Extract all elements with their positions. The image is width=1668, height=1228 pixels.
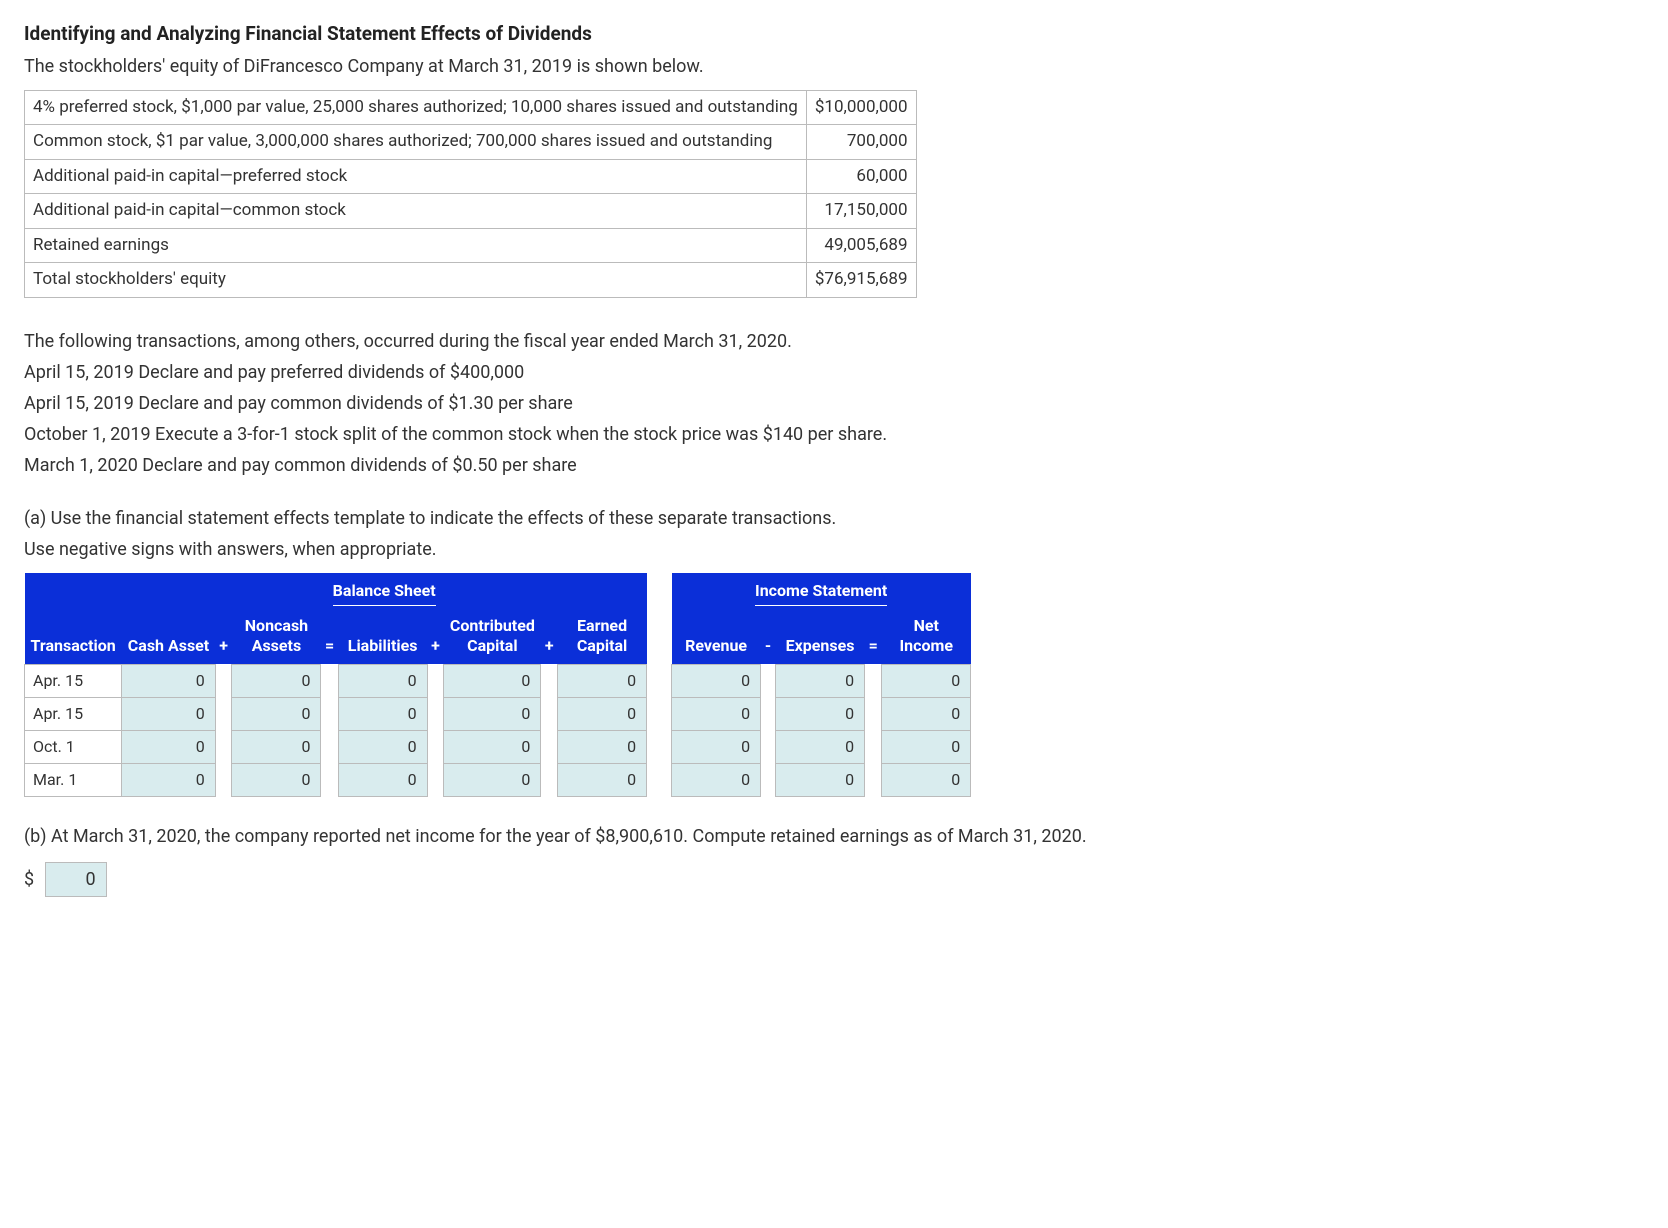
retained-earnings-input[interactable]: 0	[45, 862, 107, 897]
part-a-text-1: (a) Use the financial statement effects …	[24, 505, 1644, 532]
intro-text: The stockholders' equity of DiFrancesco …	[24, 53, 1644, 80]
transactions-intro: The following transactions, among others…	[24, 328, 1644, 355]
equity-table: 4% preferred stock, $1,000 par value, 25…	[24, 90, 917, 298]
revenue-input[interactable]: 0	[672, 664, 761, 697]
cash-input[interactable]: 0	[122, 664, 215, 697]
earned-input[interactable]: 0	[558, 730, 647, 763]
earned-input[interactable]: 0	[558, 697, 647, 730]
earned-input[interactable]: 0	[558, 763, 647, 796]
liab-input[interactable]: 0	[338, 697, 427, 730]
part-b-text: (b) At March 31, 2020, the company repor…	[24, 823, 1644, 850]
table-row: 4% preferred stock, $1,000 par value, 25…	[25, 90, 917, 125]
noncash-input[interactable]: 0	[232, 664, 321, 697]
expenses-input[interactable]: 0	[776, 730, 865, 763]
equity-label: Common stock, $1 par value, 3,000,000 sh…	[25, 125, 807, 160]
net-income-input[interactable]: 0	[882, 697, 971, 730]
table-row: 0 0 0	[672, 763, 971, 796]
transaction-line: March 1, 2020 Declare and pay common div…	[24, 452, 1644, 479]
col-revenue: Revenue	[672, 612, 761, 665]
dollar-sign: $	[24, 869, 34, 890]
page-title: Identifying and Analyzing Financial Stat…	[24, 20, 1644, 49]
table-row: Apr. 15 0 0 0 0 0	[25, 664, 647, 697]
table-row: Additional paid-in capital—common stock …	[25, 194, 917, 229]
row-label: Apr. 15	[25, 697, 122, 730]
transaction-line: April 15, 2019 Declare and pay common di…	[24, 390, 1644, 417]
net-income-input[interactable]: 0	[882, 763, 971, 796]
expenses-input[interactable]: 0	[776, 697, 865, 730]
income-statement-heading: Income Statement	[755, 579, 887, 606]
contrib-input[interactable]: 0	[444, 730, 541, 763]
table-row: Apr. 15 0 0 0 0 0	[25, 697, 647, 730]
col-expenses: Expenses	[776, 612, 865, 665]
table-row: Retained earnings 49,005,689	[25, 228, 917, 263]
expenses-input[interactable]: 0	[776, 664, 865, 697]
transaction-line: October 1, 2019 Execute a 3-for-1 stock …	[24, 421, 1644, 448]
op-equals: =	[321, 612, 338, 665]
equity-value: 60,000	[806, 159, 916, 194]
table-row: Common stock, $1 par value, 3,000,000 sh…	[25, 125, 917, 160]
part-a-text-2: Use negative signs with answers, when ap…	[24, 536, 1644, 563]
net-income-input[interactable]: 0	[882, 664, 971, 697]
row-label: Apr. 15	[25, 664, 122, 697]
table-row: Total stockholders' equity $76,915,689	[25, 263, 917, 298]
op-plus: +	[427, 612, 444, 665]
balance-sheet-heading: Balance Sheet	[333, 579, 436, 606]
balance-sheet-table: Balance Sheet Transaction Cash Asset + N…	[24, 573, 647, 797]
revenue-input[interactable]: 0	[672, 697, 761, 730]
equity-label: Retained earnings	[25, 228, 807, 263]
revenue-input[interactable]: 0	[672, 730, 761, 763]
noncash-input[interactable]: 0	[232, 697, 321, 730]
op-plus: +	[541, 612, 558, 665]
equity-value: $10,000,000	[806, 90, 916, 125]
col-transaction: Transaction	[25, 612, 122, 665]
equity-value: 17,150,000	[806, 194, 916, 229]
op-minus: -	[761, 612, 776, 665]
expenses-input[interactable]: 0	[776, 763, 865, 796]
contrib-input[interactable]: 0	[444, 697, 541, 730]
col-cash-asset: Cash Asset	[122, 612, 215, 665]
earned-input[interactable]: 0	[558, 664, 647, 697]
cash-input[interactable]: 0	[122, 730, 215, 763]
income-statement-table: Income Statement Revenue - Expenses = Ne…	[671, 573, 971, 797]
col-liabilities: Liabilities	[338, 612, 427, 665]
contrib-input[interactable]: 0	[444, 664, 541, 697]
net-income-input[interactable]: 0	[882, 730, 971, 763]
equity-value: 49,005,689	[806, 228, 916, 263]
table-row: 0 0 0	[672, 730, 971, 763]
col-net-income: Net Income	[882, 612, 971, 665]
table-row: 0 0 0	[672, 664, 971, 697]
op-plus: +	[215, 612, 232, 665]
equity-label: Additional paid-in capital—common stock	[25, 194, 807, 229]
noncash-input[interactable]: 0	[232, 763, 321, 796]
liab-input[interactable]: 0	[338, 664, 427, 697]
table-row: Oct. 1 0 0 0 0 0	[25, 730, 647, 763]
table-row: 0 0 0	[672, 697, 971, 730]
equity-value: $76,915,689	[806, 263, 916, 298]
col-contributed-capital: Contributed Capital	[444, 612, 541, 665]
equity-value: 700,000	[806, 125, 916, 160]
equity-label: Total stockholders' equity	[25, 263, 807, 298]
row-label: Mar. 1	[25, 763, 122, 796]
contrib-input[interactable]: 0	[444, 763, 541, 796]
table-row: Additional paid-in capital—preferred sto…	[25, 159, 917, 194]
row-label: Oct. 1	[25, 730, 122, 763]
col-noncash-assets: Noncash Assets	[232, 612, 321, 665]
col-earned-capital: Earned Capital	[558, 612, 647, 665]
cash-input[interactable]: 0	[122, 763, 215, 796]
noncash-input[interactable]: 0	[232, 730, 321, 763]
transaction-line: April 15, 2019 Declare and pay preferred…	[24, 359, 1644, 386]
revenue-input[interactable]: 0	[672, 763, 761, 796]
table-row: Mar. 1 0 0 0 0 0	[25, 763, 647, 796]
liab-input[interactable]: 0	[338, 730, 427, 763]
op-equals: =	[865, 612, 882, 665]
equity-label: Additional paid-in capital—preferred sto…	[25, 159, 807, 194]
liab-input[interactable]: 0	[338, 763, 427, 796]
cash-input[interactable]: 0	[122, 697, 215, 730]
equity-label: 4% preferred stock, $1,000 par value, 25…	[25, 90, 807, 125]
